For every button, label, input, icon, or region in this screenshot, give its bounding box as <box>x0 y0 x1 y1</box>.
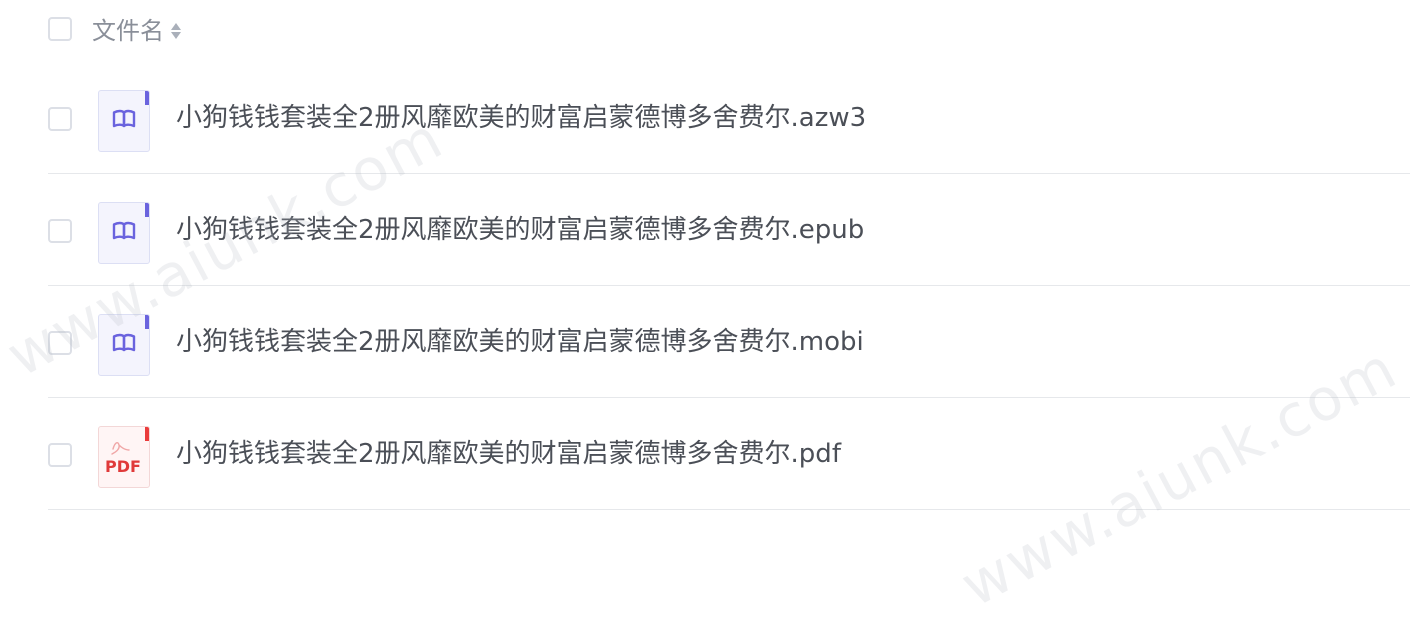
file-rows: 小狗钱钱套装全2册风靡欧美的财富启蒙德博多舍费尔.azw3 小狗钱钱套装全2册风… <box>48 62 1410 510</box>
file-row[interactable]: 小狗钱钱套装全2册风靡欧美的财富启蒙德博多舍费尔.azw3 <box>48 62 1410 174</box>
file-list-page: 文件名 小狗钱钱套装全2册风靡欧美的财富启蒙德博多舍费尔.azw3 小狗钱钱套装… <box>0 0 1410 626</box>
filename-column-label: 文件名 <box>92 17 164 45</box>
pdf-icon: PDF <box>98 426 150 488</box>
file-name[interactable]: 小狗钱钱套装全2册风靡欧美的财富启蒙德博多舍费尔.epub <box>176 213 864 247</box>
book-glyph-icon <box>112 109 136 128</box>
row-checkbox[interactable] <box>48 443 72 467</box>
file-name[interactable]: 小狗钱钱套装全2册风靡欧美的财富启蒙德博多舍费尔.pdf <box>176 437 841 471</box>
file-corner <box>145 315 149 329</box>
file-name[interactable]: 小狗钱钱套装全2册风靡欧美的财富启蒙德博多舍费尔.mobi <box>176 325 864 359</box>
row-checkbox[interactable] <box>48 107 72 131</box>
file-corner <box>145 203 149 217</box>
row-checkbox[interactable] <box>48 219 72 243</box>
select-all-checkbox[interactable] <box>48 17 72 41</box>
ebook-icon <box>98 202 150 264</box>
file-row[interactable]: 小狗钱钱套装全2册风靡欧美的财富启蒙德博多舍费尔.mobi <box>48 286 1410 398</box>
file-corner <box>145 91 149 105</box>
file-row[interactable]: PDF 小狗钱钱套装全2册风靡欧美的财富启蒙德博多舍费尔.pdf <box>48 398 1410 510</box>
ebook-icon <box>98 314 150 376</box>
filename-column-header[interactable]: 文件名 <box>92 16 182 46</box>
sort-icon[interactable] <box>170 22 182 40</box>
file-row[interactable]: 小狗钱钱套装全2册风靡欧美的财富启蒙德博多舍费尔.epub <box>48 174 1410 286</box>
file-corner <box>145 427 149 441</box>
file-name[interactable]: 小狗钱钱套装全2册风靡欧美的财富启蒙德博多舍费尔.azw3 <box>176 101 866 135</box>
book-glyph-icon <box>112 221 136 240</box>
file-list-header: 文件名 <box>48 0 1410 62</box>
ebook-icon <box>98 90 150 152</box>
row-checkbox[interactable] <box>48 331 72 355</box>
book-glyph-icon <box>112 333 136 352</box>
file-list: 文件名 小狗钱钱套装全2册风靡欧美的财富启蒙德博多舍费尔.azw3 小狗钱钱套装… <box>48 0 1410 510</box>
pdf-badge-text: PDF <box>105 457 141 476</box>
pdf-glyph-icon: PDF <box>105 441 141 476</box>
